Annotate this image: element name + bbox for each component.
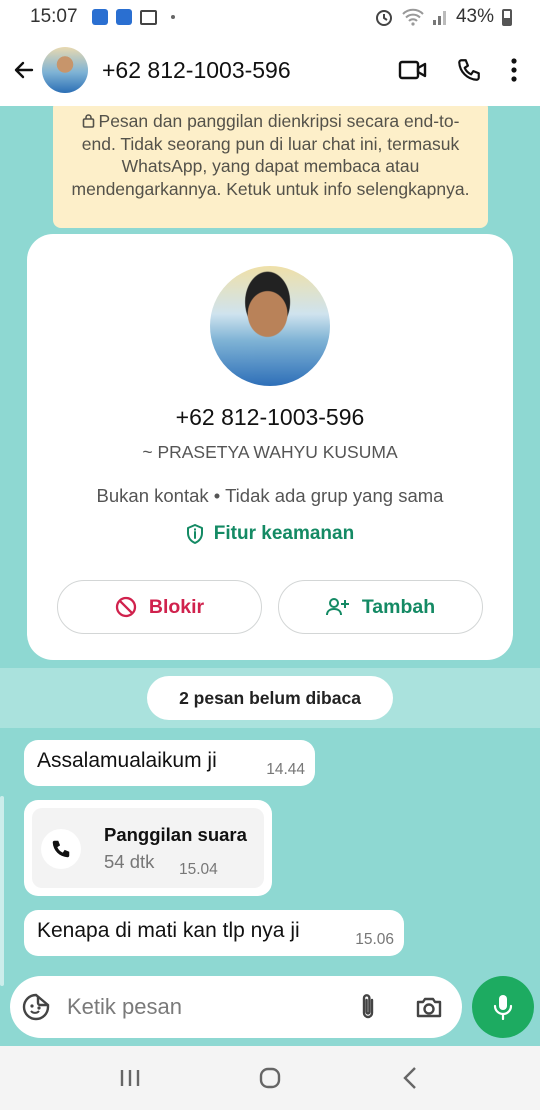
recent-apps-icon[interactable] bbox=[110, 1058, 150, 1098]
call-log-card[interactable]: Panggilan suara 54 dtk 15.04 bbox=[32, 808, 264, 888]
back-arrow-icon[interactable] bbox=[6, 52, 42, 88]
status-time: 15:07 bbox=[30, 6, 78, 27]
profile-name: ~ PRASETYA WAHYU KUSUMA bbox=[142, 442, 398, 462]
encryption-notice[interactable]: Pesan dan panggilan dienkripsi secara en… bbox=[53, 106, 488, 228]
system-nav-bar bbox=[0, 1046, 540, 1110]
security-label: Fitur keamanan bbox=[213, 523, 355, 544]
signal-icon bbox=[432, 11, 446, 25]
scroll-indicator[interactable] bbox=[0, 796, 4, 986]
message-time: 14.44 bbox=[266, 761, 305, 778]
alarm-icon bbox=[375, 10, 392, 26]
profile-photo[interactable] bbox=[210, 266, 330, 386]
message-time: 15.04 bbox=[179, 861, 218, 878]
status-icons-right: 43% bbox=[374, 6, 512, 28]
camera-icon[interactable] bbox=[414, 992, 444, 1022]
security-features-link[interactable]: Fitur keamanan bbox=[27, 523, 513, 545]
gallery-icon bbox=[139, 9, 157, 25]
header-actions bbox=[398, 57, 540, 83]
profile-phone: +62 812-1003-596 bbox=[175, 404, 365, 430]
contact-avatar[interactable] bbox=[42, 47, 88, 93]
add-label: Tambah bbox=[361, 595, 436, 618]
message-text: Kenapa di mati kan tlp nya ji bbox=[37, 919, 300, 942]
battery-percentage: 43% bbox=[455, 6, 494, 27]
block-label: Blokir bbox=[148, 595, 205, 618]
profile-info: Bukan kontak • Tidak ada grup yang sama bbox=[96, 485, 444, 506]
message-text: Assalamualaikum ji bbox=[37, 749, 217, 772]
notification-dot-icon bbox=[170, 15, 175, 19]
message-bubble[interactable]: Kenapa di mati kan tlp nya ji 15.06 bbox=[24, 910, 404, 956]
message-bubble[interactable]: Assalamualaikum ji 14.44 bbox=[24, 740, 315, 786]
message-composer[interactable]: Ketik pesan bbox=[10, 976, 462, 1038]
sticker-emoji-icon[interactable] bbox=[21, 992, 51, 1022]
video-call-icon[interactable] bbox=[398, 59, 428, 81]
unread-messages-badge: 2 pesan belum dibaca bbox=[147, 676, 393, 720]
status-bar: 15:07 43% bbox=[0, 0, 540, 34]
home-icon[interactable] bbox=[250, 1058, 290, 1098]
block-icon bbox=[115, 596, 137, 618]
shield-icon bbox=[91, 9, 108, 25]
message-input[interactable]: Ketik pesan bbox=[67, 994, 354, 1020]
battery-icon bbox=[502, 8, 512, 26]
add-contact-button[interactable]: Tambah bbox=[278, 580, 483, 634]
attach-icon[interactable] bbox=[354, 992, 382, 1022]
call-duration: 54 dtk bbox=[104, 851, 155, 872]
call-message-bubble[interactable]: Panggilan suara 54 dtk 15.04 bbox=[24, 800, 272, 896]
call-title: Panggilan suara bbox=[104, 824, 247, 845]
block-button[interactable]: Blokir bbox=[57, 580, 262, 634]
voice-call-icon[interactable] bbox=[456, 57, 482, 83]
message-time: 15.06 bbox=[355, 931, 394, 948]
more-vertical-icon[interactable] bbox=[510, 57, 518, 83]
lock-icon bbox=[82, 114, 94, 128]
encryption-text: Pesan dan panggilan dienkripsi secara en… bbox=[71, 111, 470, 199]
chat-header: +62 812-1003-596 bbox=[0, 34, 540, 106]
wifi-icon bbox=[402, 8, 424, 26]
add-person-icon bbox=[325, 598, 349, 616]
status-icons-left bbox=[91, 9, 175, 25]
contact-profile-card: +62 812-1003-596 ~ PRASETYA WAHYU KUSUMA… bbox=[27, 234, 513, 660]
chat-title[interactable]: +62 812-1003-596 bbox=[102, 57, 291, 84]
back-nav-icon[interactable] bbox=[390, 1058, 430, 1098]
mic-icon bbox=[493, 995, 513, 1020]
shield-icon bbox=[115, 9, 132, 25]
chat-area[interactable]: Pesan dan panggilan dienkripsi secara en… bbox=[0, 106, 540, 1046]
shield-info-icon bbox=[186, 524, 203, 544]
missed-call-icon bbox=[41, 829, 81, 869]
voice-record-button[interactable] bbox=[472, 976, 534, 1038]
